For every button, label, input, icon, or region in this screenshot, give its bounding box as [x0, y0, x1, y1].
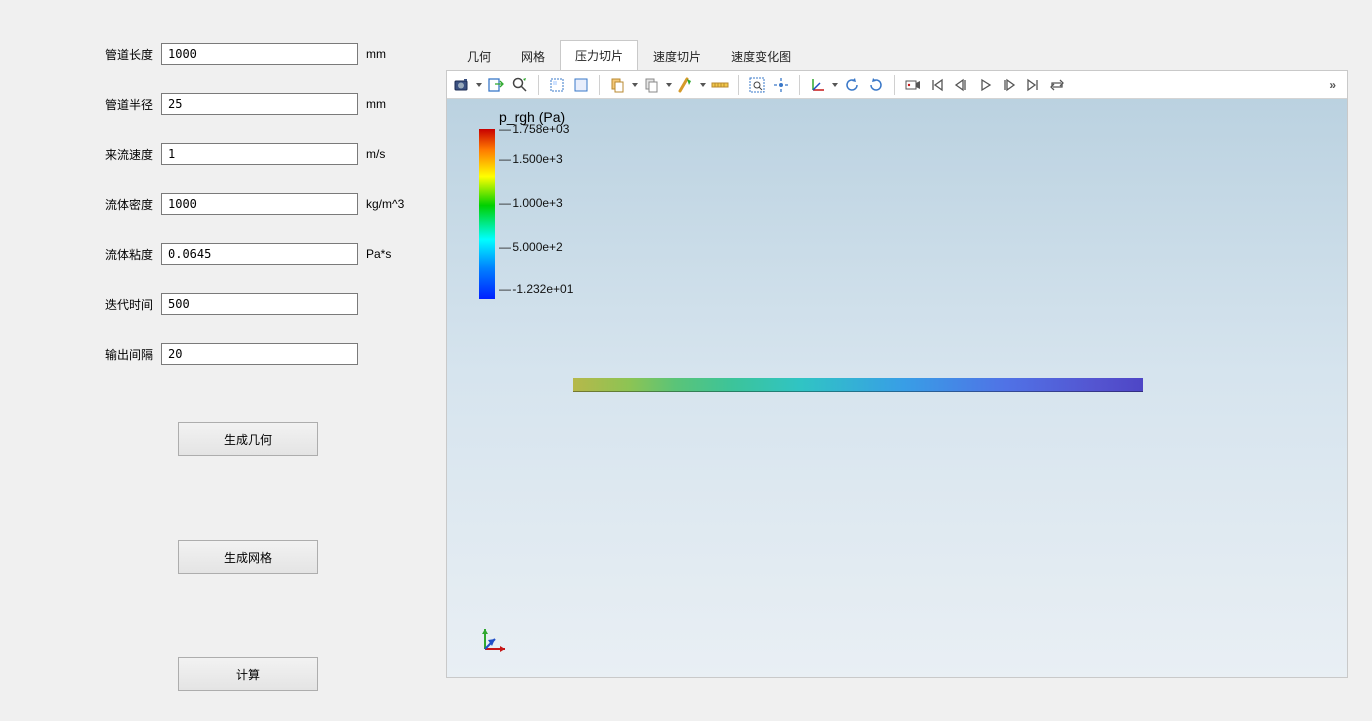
export-scene-icon[interactable]	[485, 74, 507, 96]
form-input[interactable]	[161, 343, 358, 365]
form-row: 迭代时间	[0, 292, 440, 316]
parameters-form: 管道长度 mm 管道半径 mm 来流速度 m/s 流体密度 kg/m^3 流体粘度 Pa*s 迭代时…	[0, 42, 440, 366]
app-root: 管道长度 mm 管道半径 mm 来流速度 m/s 流体密度 kg/m^3 流体粘度 Pa*s 迭代时…	[0, 0, 1372, 721]
form-row: 流体密度 kg/m^3	[0, 192, 440, 216]
tab-velocity-plot[interactable]: 速度变化图	[716, 41, 806, 71]
form-input[interactable]	[161, 193, 358, 215]
tab-velocity-slice[interactable]: 速度切片	[638, 41, 716, 71]
clipboard-paste-icon[interactable]	[641, 74, 663, 96]
form-unit: mm	[366, 47, 386, 61]
selection-rect-icon[interactable]	[546, 74, 568, 96]
generate-geometry-button[interactable]: 生成几何	[178, 422, 318, 456]
form-unit: Pa*s	[366, 247, 391, 261]
form-input[interactable]	[161, 43, 358, 65]
toolbar-separator	[738, 75, 739, 95]
legend-tick: 1.500e+3	[499, 152, 563, 166]
camera-icon[interactable]	[451, 74, 473, 96]
legend-tick: 5.000e+2	[499, 240, 563, 254]
selection-solid-icon[interactable]	[570, 74, 592, 96]
step-forward-icon[interactable]	[998, 74, 1020, 96]
rotate-ccw-icon[interactable]	[841, 74, 863, 96]
tab-geometry[interactable]: 几何	[452, 41, 506, 71]
axes-xyz-icon[interactable]	[807, 74, 829, 96]
form-label: 流体粘度	[98, 246, 153, 263]
reset-camera-icon[interactable]	[770, 74, 792, 96]
legend-tick: 1.000e+3	[499, 196, 563, 210]
toolbar-separator	[599, 75, 600, 95]
paraview-viewport[interactable]: » p_rgh (Pa) 1.758e+03 1.500e+3 1.000e+3…	[446, 70, 1348, 678]
camera-record-icon[interactable]	[902, 74, 924, 96]
play-icon[interactable]	[974, 74, 996, 96]
form-label: 输出间隔	[98, 346, 153, 363]
generate-mesh-button[interactable]: 生成网格	[178, 540, 318, 574]
clear-selection-icon[interactable]	[675, 74, 697, 96]
form-input[interactable]	[161, 293, 358, 315]
form-unit: kg/m^3	[366, 197, 404, 211]
toolbar-separator	[538, 75, 539, 95]
form-row: 管道半径 mm	[0, 92, 440, 116]
viewer-panel: 几何网格压力切片速度切片速度变化图 » p_rgh (Pa) 1.758e+03…	[440, 40, 1352, 688]
calculate-button[interactable]: 计算	[178, 657, 318, 691]
toolbar-separator	[894, 75, 895, 95]
form-label: 迭代时间	[98, 296, 153, 313]
form-row: 流体粘度 Pa*s	[0, 242, 440, 266]
step-back-icon[interactable]	[950, 74, 972, 96]
form-unit: m/s	[366, 147, 385, 161]
toolbar-overflow[interactable]: »	[1323, 78, 1343, 92]
form-unit: mm	[366, 97, 386, 111]
tab-mesh[interactable]: 网格	[506, 41, 560, 71]
clipboard-copy-icon-dropdown[interactable]	[631, 74, 639, 96]
clipboard-copy-icon[interactable]	[607, 74, 629, 96]
form-label: 管道长度	[98, 46, 153, 63]
form-input[interactable]	[161, 93, 358, 115]
axes-xyz-icon-dropdown[interactable]	[831, 74, 839, 96]
toolbar-separator	[799, 75, 800, 95]
clipboard-paste-icon-dropdown[interactable]	[665, 74, 673, 96]
form-label: 流体密度	[98, 196, 153, 213]
clear-selection-icon-dropdown[interactable]	[699, 74, 707, 96]
skip-first-icon[interactable]	[926, 74, 948, 96]
skip-last-icon[interactable]	[1022, 74, 1044, 96]
form-label: 管道半径	[98, 96, 153, 113]
legend-color-bar	[479, 129, 495, 299]
color-legend: p_rgh (Pa) 1.758e+03 1.500e+3 1.000e+3 5…	[479, 109, 609, 299]
tab-pressure-slice[interactable]: 压力切片	[560, 40, 638, 71]
measure-icon[interactable]	[709, 74, 731, 96]
form-row: 管道长度 mm	[0, 42, 440, 66]
form-input[interactable]	[161, 243, 358, 265]
camera-icon-dropdown[interactable]	[475, 74, 483, 96]
rotate-cw-icon[interactable]	[865, 74, 887, 96]
zoom-to-data-icon[interactable]	[509, 74, 531, 96]
form-input[interactable]	[161, 143, 358, 165]
parameters-panel: 管道长度 mm 管道半径 mm 来流速度 m/s 流体密度 kg/m^3 流体粘度 Pa*s 迭代时…	[0, 0, 440, 721]
paraview-toolbar: »	[447, 71, 1347, 99]
legend-ticks: 1.758e+03 1.500e+3 1.000e+3 5.000e+2 -1.…	[499, 129, 599, 299]
loop-icon[interactable]	[1046, 74, 1068, 96]
tab-strip: 几何网格压力切片速度切片速度变化图	[440, 40, 1352, 70]
form-label: 来流速度	[98, 146, 153, 163]
zoom-box-icon[interactable]	[746, 74, 768, 96]
form-row: 来流速度 m/s	[0, 142, 440, 166]
form-row: 输出间隔	[0, 342, 440, 366]
legend-tick: 1.758e+03	[499, 122, 569, 136]
pressure-slice-render	[573, 378, 1143, 392]
orientation-axes	[477, 625, 509, 657]
legend-tick: -1.232e+01	[499, 282, 573, 296]
